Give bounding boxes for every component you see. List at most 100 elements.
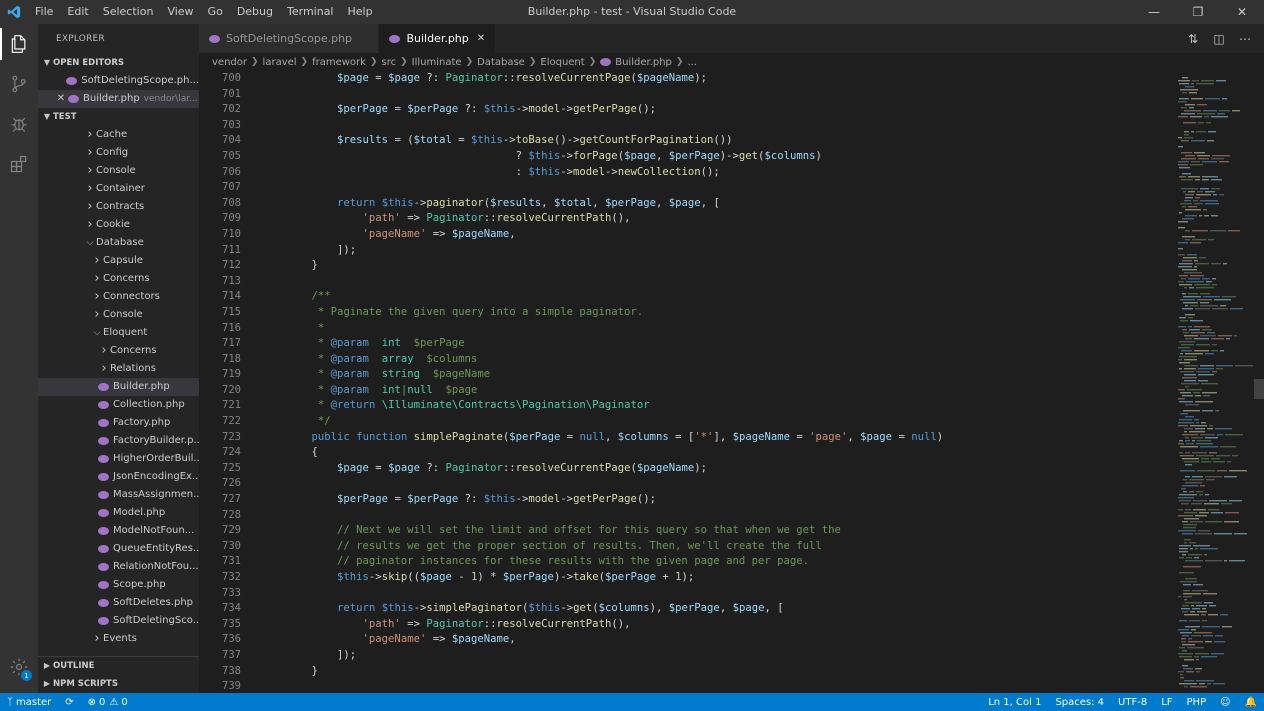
split-editor-icon[interactable]: ◫ xyxy=(1206,32,1232,46)
scrollbar-thumb[interactable] xyxy=(1254,379,1264,399)
tree-file[interactable]: SoftDeletes.php xyxy=(38,594,199,612)
source-control-icon[interactable] xyxy=(0,64,38,104)
problems-status[interactable]: ⊗ 0 ⚠ 0 xyxy=(81,697,135,708)
tree-file[interactable]: RelationNotFou... xyxy=(38,558,199,576)
code-line[interactable]: $perPage = $perPage ?: $this->model->get… xyxy=(286,102,943,118)
code-line[interactable]: // paginator instances for these results… xyxy=(286,554,943,570)
settings-gear-icon[interactable]: 1 xyxy=(0,647,38,687)
tab-builder[interactable]: Builder.php ✕ xyxy=(379,24,497,53)
code-line[interactable]: * Paginate the given query into a simple… xyxy=(286,305,943,321)
code-line[interactable]: $results = ($total = $this->toBase()->ge… xyxy=(286,133,943,149)
breadcrumb-item[interactable]: Illuminate xyxy=(412,57,462,68)
code-line[interactable]: 'pageName' => $pageName, xyxy=(286,632,943,648)
tree-folder[interactable]: › Capsule xyxy=(38,252,199,270)
tree-file[interactable]: FactoryBuilder.p... xyxy=(38,432,199,450)
tree-folder[interactable]: › Console xyxy=(38,306,199,324)
code-line[interactable] xyxy=(286,679,943,693)
tree-file[interactable]: MassAssignmen... xyxy=(38,486,199,504)
encoding[interactable]: UTF-8 xyxy=(1111,697,1154,708)
code-line[interactable]: ? $this->forPage($page, $perPage)->get($… xyxy=(286,149,943,165)
tree-file[interactable]: Model.php xyxy=(38,504,199,522)
menu-file[interactable]: File xyxy=(28,0,60,24)
code-line[interactable]: return $this->simplePaginator($this->get… xyxy=(286,601,943,617)
tab-softdeletingscope[interactable]: SoftDeletingScope.php ✕ xyxy=(199,24,380,53)
tree-folder[interactable]: › Concerns xyxy=(38,342,199,360)
notifications-icon[interactable]: 🔔 xyxy=(1238,697,1264,708)
branch-status[interactable]: ᛉ master xyxy=(0,697,58,708)
menu-view[interactable]: View xyxy=(160,0,200,24)
code-line[interactable]: /** xyxy=(286,289,943,305)
code-line[interactable] xyxy=(286,274,943,290)
breadcrumb-item[interactable]: laravel xyxy=(263,57,297,68)
breadcrumb-item[interactable]: Builder.php xyxy=(615,57,672,68)
breadcrumb-item[interactable]: Eloquent xyxy=(540,57,584,68)
code-line[interactable]: * xyxy=(286,321,943,337)
code-line[interactable]: ]); xyxy=(286,648,943,664)
indentation[interactable]: Spaces: 4 xyxy=(1048,697,1111,708)
maximize-icon[interactable]: ❐ xyxy=(1176,0,1220,24)
npm-scripts-header[interactable]: ▶ NPM SCRIPTS xyxy=(38,675,199,693)
code-line[interactable]: return $this->paginator($results, $total… xyxy=(286,196,943,212)
tree-folder[interactable]: › Console xyxy=(38,162,199,180)
code-line[interactable] xyxy=(286,118,943,134)
menu-help[interactable]: Help xyxy=(341,0,380,24)
code-line[interactable]: 'pageName' => $pageName, xyxy=(286,227,943,243)
tree-folder[interactable]: › Contracts xyxy=(38,198,199,216)
code-line[interactable] xyxy=(286,87,943,103)
code-editor[interactable]: 700 701 702 703 704 705 706 707 708 709 710 711 712 7… xyxy=(199,71,1174,693)
tree-file[interactable]: Collection.php xyxy=(38,396,199,414)
code-line[interactable]: 'path' => Paginator::resolveCurrentPath(… xyxy=(286,211,943,227)
more-actions-icon[interactable]: ⋯ xyxy=(1232,32,1258,46)
open-editor-item[interactable]: SoftDeletingScope.ph... xyxy=(38,72,199,90)
sync-icon[interactable]: ⟳ xyxy=(58,697,80,708)
tree-file[interactable]: Builder.php xyxy=(38,378,199,396)
tree-folder[interactable]: ⌵ Eloquent xyxy=(38,324,199,342)
tree-file[interactable]: JsonEncodingEx... xyxy=(38,468,199,486)
code-line[interactable] xyxy=(286,180,943,196)
code-line[interactable]: public function simplePaginate($perPage … xyxy=(286,430,944,446)
code-line[interactable]: * @return \Illuminate\Contracts\Paginati… xyxy=(286,398,943,414)
code-line[interactable] xyxy=(286,476,943,492)
tree-file[interactable]: HigherOrderBuil... xyxy=(38,450,199,468)
code-line[interactable]: * @param string $pageName xyxy=(286,367,943,383)
tree-file[interactable]: Factory.php xyxy=(38,414,199,432)
code-line[interactable]: } xyxy=(286,258,943,274)
code-line[interactable]: $page = $page ?: Paginator::resolveCurre… xyxy=(286,461,943,477)
tree-folder[interactable]: › Events xyxy=(38,630,199,648)
breadcrumb-item[interactable]: framework xyxy=(312,57,366,68)
code-line[interactable]: { xyxy=(286,445,943,461)
feedback-icon[interactable]: ☺ xyxy=(1213,697,1237,708)
code-line[interactable] xyxy=(286,586,943,602)
code-line[interactable]: ]); xyxy=(286,243,943,259)
code-line[interactable] xyxy=(286,508,943,524)
tree-folder[interactable]: › Container xyxy=(38,180,199,198)
code-line[interactable]: * @param int|null $page xyxy=(286,383,943,399)
debug-icon[interactable] xyxy=(0,104,38,144)
outline-header[interactable]: ▶ OUTLINE xyxy=(38,657,199,675)
menu-debug[interactable]: Debug xyxy=(230,0,280,24)
breadcrumb-item[interactable]: ... xyxy=(687,57,697,68)
menu-selection[interactable]: Selection xyxy=(96,0,161,24)
workspace-header[interactable]: ▼ TEST xyxy=(38,108,199,126)
breadcrumb-item[interactable]: vendor xyxy=(212,57,247,68)
breadcrumb-item[interactable]: src xyxy=(382,57,397,68)
tree-file[interactable]: Scope.php xyxy=(38,576,199,594)
code-line[interactable]: // results we get the proper section of … xyxy=(286,539,943,555)
code-lines[interactable]: $page = $page ?: Paginator::resolveCurre… xyxy=(286,71,944,693)
close-editor-icon[interactable]: ✕ xyxy=(54,90,68,108)
close-tab-icon[interactable]: ✕ xyxy=(477,33,485,44)
code-line[interactable]: // Next we will set the limit and offset… xyxy=(286,523,943,539)
code-line[interactable]: * @param int $perPage xyxy=(286,336,943,352)
tree-folder[interactable]: › Cookie xyxy=(38,216,199,234)
tree-folder[interactable]: ⌵ Database xyxy=(38,234,199,252)
open-changes-icon[interactable]: ⇅ xyxy=(1180,32,1206,46)
extensions-icon[interactable] xyxy=(0,144,38,184)
tree-file[interactable]: ModelNotFoun... xyxy=(38,522,199,540)
language-mode[interactable]: PHP xyxy=(1180,697,1214,708)
open-editor-item[interactable]: ✕ Builder.php vendor\lar... xyxy=(38,90,199,108)
minimize-icon[interactable]: — xyxy=(1132,0,1176,24)
code-line[interactable]: */ xyxy=(286,414,943,430)
cursor-position[interactable]: Ln 1, Col 1 xyxy=(981,697,1048,708)
code-line[interactable]: } xyxy=(286,664,943,680)
menu-terminal[interactable]: Terminal xyxy=(280,0,341,24)
